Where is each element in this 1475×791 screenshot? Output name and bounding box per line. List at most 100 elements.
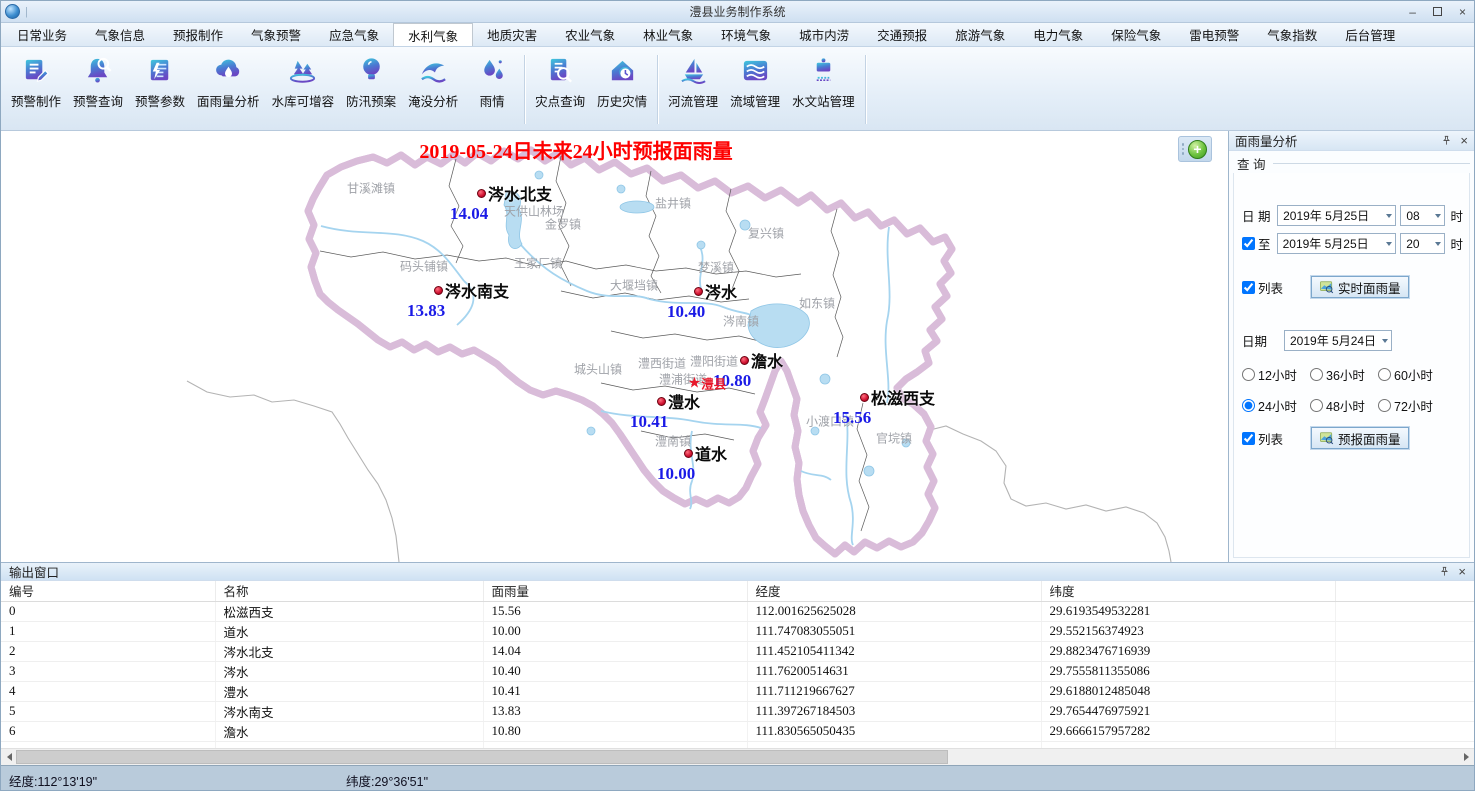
- table-row[interactable]: 5 涔水南支 13.83 111.397267184503 29.7654476…: [1, 701, 1474, 721]
- panel-close-icon[interactable]: ×: [1460, 134, 1468, 147]
- duration-radio[interactable]: 60小时: [1378, 365, 1446, 384]
- minimize-button[interactable]: –: [1409, 6, 1416, 18]
- toolbar-button[interactable]: 雨情: [464, 51, 520, 128]
- rain-station[interactable]: 松滋西支 15.56: [860, 385, 935, 428]
- menu-tab[interactable]: 水利气象: [393, 23, 473, 46]
- table-row[interactable]: 1 道水 10.00 111.747083055051 29.552156374…: [1, 621, 1474, 641]
- app-window: | 澧县业务制作系统 – × 日常业务气象信息预报制作气象预警应急气象水利气象地…: [0, 0, 1475, 791]
- duration-radio[interactable]: 72小时: [1378, 396, 1446, 415]
- menu-tab[interactable]: 气象预警: [237, 23, 315, 46]
- duration-radio[interactable]: 48小时: [1310, 396, 1378, 415]
- toolbar-group-manage: 河流管理 流域管理 水文站管理: [660, 51, 863, 128]
- rain-station[interactable]: 涔水 10.40: [694, 279, 737, 322]
- menu-tab[interactable]: 城市内涝: [785, 23, 863, 46]
- menu-tab[interactable]: 气象指数: [1253, 23, 1331, 46]
- menu-tab[interactable]: 交通预报: [863, 23, 941, 46]
- rain-station[interactable]: 涔水南支 13.83: [434, 278, 509, 321]
- column-header[interactable]: 纬度: [1041, 581, 1335, 601]
- toolbar-button[interactable]: 预警制作: [5, 51, 67, 128]
- drops-icon: [477, 55, 508, 86]
- toolbar-button[interactable]: 水文站管理: [786, 51, 861, 128]
- duration-radio[interactable]: 36小时: [1310, 365, 1378, 384]
- column-header[interactable]: 经度: [747, 581, 1041, 601]
- menu-tab[interactable]: 农业气象: [551, 23, 629, 46]
- rain-station[interactable]: 道水 10.00: [684, 441, 727, 484]
- toolbar-separator: [865, 55, 866, 124]
- start-hour-combobox[interactable]: 08: [1400, 205, 1445, 226]
- output-close-icon[interactable]: ×: [1458, 565, 1466, 578]
- toolbar-button[interactable]: 水库可增容: [266, 51, 341, 128]
- toolbar-button[interactable]: 河流管理: [662, 51, 724, 128]
- realtime-rainfall-button[interactable]: 实时面雨量: [1311, 276, 1409, 298]
- menu-tab[interactable]: 日常业务: [3, 23, 81, 46]
- column-header[interactable]: 编号: [1, 581, 215, 601]
- duration-radio[interactable]: 12小时: [1242, 365, 1310, 384]
- status-bar: 经度:112°13'19" 纬度:29°36'51": [1, 765, 1474, 790]
- star-icon: ★: [688, 376, 701, 391]
- menu-tab[interactable]: 气象信息: [81, 23, 159, 46]
- pin-icon[interactable]: [1439, 566, 1450, 577]
- rainfall-table: 编号名称面雨量经度纬度 0 松滋西支 15.56 112.00162562502…: [1, 581, 1474, 748]
- maximize-button[interactable]: [1433, 7, 1442, 16]
- neighbor-boundary-southwest: [187, 381, 399, 562]
- table-row[interactable]: 2 涔水北支 14.04 111.452105411342 29.8823476…: [1, 641, 1474, 661]
- scroll-right-arrow-icon[interactable]: [1458, 749, 1474, 765]
- lake-trees-icon: [287, 55, 318, 86]
- toolbar-group-disaster: 灾点查询 历史灾情: [527, 51, 655, 128]
- duration-radio[interactable]: 24小时: [1242, 396, 1310, 415]
- menu-tab[interactable]: 预报制作: [159, 23, 237, 46]
- menu-tab[interactable]: 林业气象: [629, 23, 707, 46]
- toolbar-button[interactable]: 面雨量分析: [191, 51, 266, 128]
- toolbar-button[interactable]: 历史灾情: [591, 51, 653, 128]
- toolbar-group-warning: 预警制作 预警查询 预警参数 面雨量分析 水库可增容 防汛预案: [3, 51, 522, 128]
- end-date-checkbox[interactable]: [1242, 237, 1255, 250]
- to-label: 至: [1258, 234, 1277, 253]
- menu-tab[interactable]: 环境气象: [707, 23, 785, 46]
- pin-icon[interactable]: [1441, 135, 1452, 146]
- menu-tab[interactable]: 保险气象: [1097, 23, 1175, 46]
- chevron-down-icon: [1382, 339, 1388, 343]
- toolbar-button[interactable]: 灾点查询: [529, 51, 591, 128]
- start-date-label: 日 期: [1242, 206, 1277, 225]
- horizontal-scrollbar[interactable]: [1, 748, 1474, 765]
- scrollbar-thumb[interactable]: [16, 750, 948, 764]
- grip-handle-icon[interactable]: [1182, 143, 1185, 155]
- forecast-rainfall-button[interactable]: 预报面雨量: [1311, 427, 1409, 449]
- close-button[interactable]: ×: [1459, 6, 1466, 18]
- forecast-date-combobox[interactable]: 2019年 5月24日: [1284, 330, 1392, 351]
- toolbar-button[interactable]: 淹没分析: [402, 51, 464, 128]
- table-row[interactable]: 3 涔水 10.40 111.76200514631 29.7555811355…: [1, 661, 1474, 681]
- menu-tab[interactable]: 后台管理: [1331, 23, 1409, 46]
- forecast-list-checkbox[interactable]: [1242, 432, 1255, 445]
- menu-tab[interactable]: 应急气象: [315, 23, 393, 46]
- rain-station[interactable]: 澹水 10.80: [740, 348, 783, 391]
- column-header[interactable]: 名称: [215, 581, 483, 601]
- toolbar-button[interactable]: 防汛预案: [340, 51, 402, 128]
- menu-tab[interactable]: 电力气象: [1019, 23, 1097, 46]
- toolbar-button[interactable]: 流域管理: [724, 51, 786, 128]
- menu-tab[interactable]: 雷电预警: [1175, 23, 1253, 46]
- table-row[interactable]: 4 澧水 10.41 111.711219667627 29.618801248…: [1, 681, 1474, 701]
- realtime-list-checkbox[interactable]: [1242, 281, 1255, 294]
- rain-station[interactable]: 澧水 10.41: [657, 389, 700, 432]
- station-dot-icon: [740, 356, 749, 365]
- start-date-combobox[interactable]: 2019年 5月25日: [1277, 205, 1396, 226]
- rain-station[interactable]: 涔水北支 14.04: [477, 181, 552, 224]
- end-date-combobox[interactable]: 2019年 5月25日: [1277, 233, 1397, 254]
- column-header[interactable]: 面雨量: [483, 581, 747, 601]
- scroll-left-arrow-icon[interactable]: [1, 749, 17, 765]
- title-bar: | 澧县业务制作系统 – ×: [1, 1, 1474, 23]
- toolbar-button[interactable]: 预警查询: [67, 51, 129, 128]
- station-rainfall-value: 13.83: [407, 301, 509, 321]
- map-canvas[interactable]: 甘溪滩镇盐井镇天供山林场金罗镇复兴镇码头铺镇王家厂镇梦溪镇大堰垱镇如东镇涔南镇城…: [1, 131, 1228, 562]
- add-layer-button[interactable]: +: [1188, 140, 1207, 159]
- toolbar: 预警制作 预警查询 预警参数 面雨量分析 水库可增容 防汛预案: [1, 47, 1474, 131]
- menu-tab[interactable]: 地质灾害: [473, 23, 551, 46]
- table-row[interactable]: 0 松滋西支 15.56 112.001625625028 29.6193549…: [1, 601, 1474, 621]
- station-dot-icon: [684, 449, 693, 458]
- menu-tab[interactable]: 旅游气象: [941, 23, 1019, 46]
- table-row[interactable]: 6 澹水 10.80 111.830565050435 29.666615795…: [1, 721, 1474, 741]
- realtime-list-label: 列表: [1258, 278, 1283, 297]
- toolbar-button[interactable]: 预警参数: [129, 51, 191, 128]
- end-hour-combobox[interactable]: 20: [1400, 233, 1445, 254]
